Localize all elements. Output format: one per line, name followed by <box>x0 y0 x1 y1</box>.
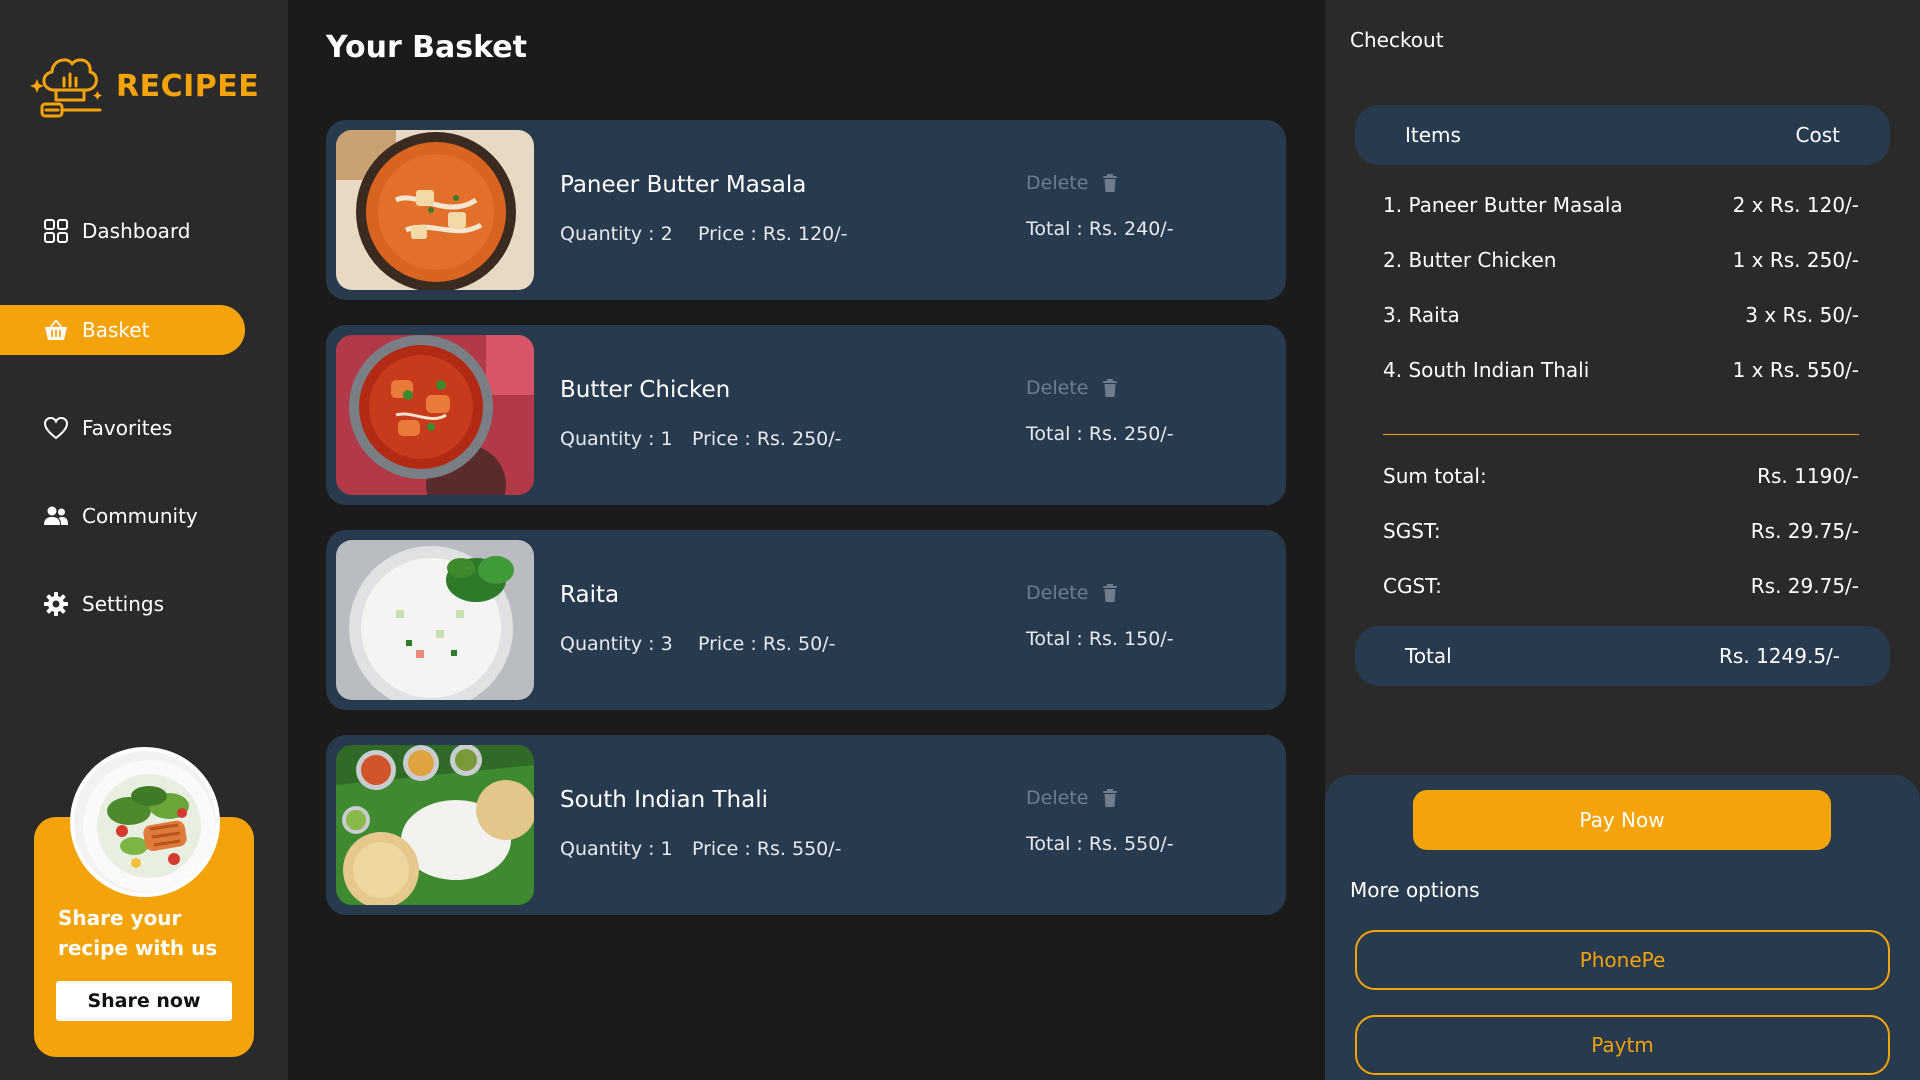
line-item: 3. Raita <box>1383 303 1460 327</box>
line-cost: 3 x Rs. 50/- <box>1745 303 1859 327</box>
sgst-label: SGST: <box>1383 519 1441 543</box>
raita-image <box>336 540 534 700</box>
sidebar-item-label: Dashboard <box>82 219 191 243</box>
delete-button[interactable]: Delete <box>1026 377 1118 399</box>
item-price: Price : Rs. 120/- <box>698 223 848 245</box>
sidebar-item-label: Community <box>82 504 198 528</box>
item-total: Total : Rs. 240/- <box>1026 218 1174 240</box>
app-logo[interactable]: RECIPEE <box>30 50 259 122</box>
item-quantity: Quantity : 2 <box>560 223 673 245</box>
cgst-value: Rs. 29.75/- <box>1750 574 1859 598</box>
paneer-butter-masala-image <box>336 130 534 290</box>
heart-icon <box>42 414 70 442</box>
checkout-line: 4. South Indian Thali 1 x Rs. 550/- <box>1383 358 1859 382</box>
sidebar-item-community[interactable]: Community <box>0 491 245 541</box>
line-cost: 2 x Rs. 120/- <box>1732 193 1859 217</box>
sum-total-value: Rs. 1190/- <box>1757 464 1859 488</box>
basket-item-card: Paneer Butter Masala Quantity : 2 Price … <box>326 120 1286 300</box>
sidebar-item-label: Favorites <box>82 416 173 440</box>
south-indian-thali-image <box>336 745 534 905</box>
trash-icon <box>1103 584 1118 602</box>
line-item: 4. South Indian Thali <box>1383 358 1590 382</box>
sgst-value: Rs. 29.75/- <box>1750 519 1859 543</box>
gear-icon <box>42 590 70 618</box>
basket-icon <box>42 316 70 344</box>
item-price: Price : Rs. 550/- <box>692 838 842 860</box>
delete-button[interactable]: Delete <box>1026 787 1118 809</box>
delete-label: Delete <box>1026 172 1089 194</box>
butter-chicken-image <box>336 335 534 495</box>
sidebar-item-basket[interactable]: Basket <box>0 305 245 355</box>
sum-total-row: Sum total: Rs. 1190/- <box>1383 464 1859 488</box>
total-value: Rs. 1249.5/- <box>1719 644 1840 668</box>
sidebar-item-favorites[interactable]: Favorites <box>0 403 245 453</box>
checkout-header: Items Cost <box>1355 105 1890 165</box>
checkout-title: Checkout <box>1350 28 1444 52</box>
item-name: South Indian Thali <box>560 787 768 813</box>
sgst-row: SGST: Rs. 29.75/- <box>1383 519 1859 543</box>
delete-button[interactable]: Delete <box>1026 582 1118 604</box>
trash-icon <box>1103 789 1118 807</box>
item-total: Total : Rs. 250/- <box>1026 423 1174 445</box>
line-item: 1. Paneer Butter Masala <box>1383 193 1623 217</box>
basket-item-card: South Indian Thali Quantity : 1 Price : … <box>326 735 1286 915</box>
checkout-panel: Checkout Items Cost 1. Paneer Butter Mas… <box>1325 0 1920 1080</box>
item-name: Raita <box>560 582 620 608</box>
share-recipe-card: Share your recipe with us Share now <box>34 747 254 1057</box>
pay-now-button[interactable]: Pay Now <box>1413 790 1831 850</box>
share-now-button[interactable]: Share now <box>56 981 232 1021</box>
sum-total-label: Sum total: <box>1383 464 1487 488</box>
payment-panel: Pay Now More options PhonePe Paytm <box>1325 775 1920 1080</box>
delete-label: Delete <box>1026 787 1089 809</box>
sidebar-item-label: Basket <box>82 318 150 342</box>
item-total: Total : Rs. 550/- <box>1026 833 1174 855</box>
phonepe-button[interactable]: PhonePe <box>1355 930 1890 990</box>
app-name: RECIPEE <box>116 68 260 104</box>
line-cost: 1 x Rs. 550/- <box>1732 358 1859 382</box>
total-row: Total Rs. 1249.5/- <box>1355 626 1890 686</box>
sidebar-item-label: Settings <box>82 592 165 616</box>
basket-item-card: Butter Chicken Quantity : 1 Price : Rs. … <box>326 325 1286 505</box>
item-quantity: Quantity : 1 <box>560 838 673 860</box>
item-quantity: Quantity : 1 <box>560 428 673 450</box>
page-title: Your Basket <box>326 30 527 65</box>
checkout-line: 1. Paneer Butter Masala 2 x Rs. 120/- <box>1383 193 1859 217</box>
sidebar: RECIPEE Dashboard Basket Favorites Commu… <box>0 0 288 1080</box>
items-header: Items <box>1405 123 1461 147</box>
item-price: Price : Rs. 50/- <box>698 633 836 655</box>
item-total: Total : Rs. 150/- <box>1026 628 1174 650</box>
delete-button[interactable]: Delete <box>1026 172 1118 194</box>
item-quantity: Quantity : 3 <box>560 633 673 655</box>
cgst-row: CGST: Rs. 29.75/- <box>1383 574 1859 598</box>
item-name: Paneer Butter Masala <box>560 172 807 198</box>
chef-hat-logo-icon <box>30 58 102 118</box>
item-name: Butter Chicken <box>560 377 731 403</box>
more-options-label: More options <box>1350 878 1480 902</box>
salad-plate-image <box>70 747 220 897</box>
sidebar-item-settings[interactable]: Settings <box>0 579 245 629</box>
checkout-line: 2. Butter Chicken 1 x Rs. 250/- <box>1383 248 1859 272</box>
total-label: Total <box>1405 644 1452 668</box>
users-icon <box>42 502 70 530</box>
cost-header: Cost <box>1795 123 1840 147</box>
grid-icon <box>42 217 70 245</box>
cgst-label: CGST: <box>1383 574 1442 598</box>
trash-icon <box>1103 174 1118 192</box>
sidebar-item-dashboard[interactable]: Dashboard <box>0 206 245 256</box>
item-price: Price : Rs. 250/- <box>692 428 842 450</box>
delete-label: Delete <box>1026 582 1089 604</box>
basket-item-card: Raita Quantity : 3 Price : Rs. 50/- Dele… <box>326 530 1286 710</box>
line-item: 2. Butter Chicken <box>1383 248 1557 272</box>
paytm-button[interactable]: Paytm <box>1355 1015 1890 1075</box>
line-cost: 1 x Rs. 250/- <box>1732 248 1859 272</box>
checkout-line: 3. Raita 3 x Rs. 50/- <box>1383 303 1859 327</box>
delete-label: Delete <box>1026 377 1089 399</box>
divider <box>1383 434 1859 435</box>
promo-text: Share your recipe with us <box>58 906 218 960</box>
trash-icon <box>1103 379 1118 397</box>
